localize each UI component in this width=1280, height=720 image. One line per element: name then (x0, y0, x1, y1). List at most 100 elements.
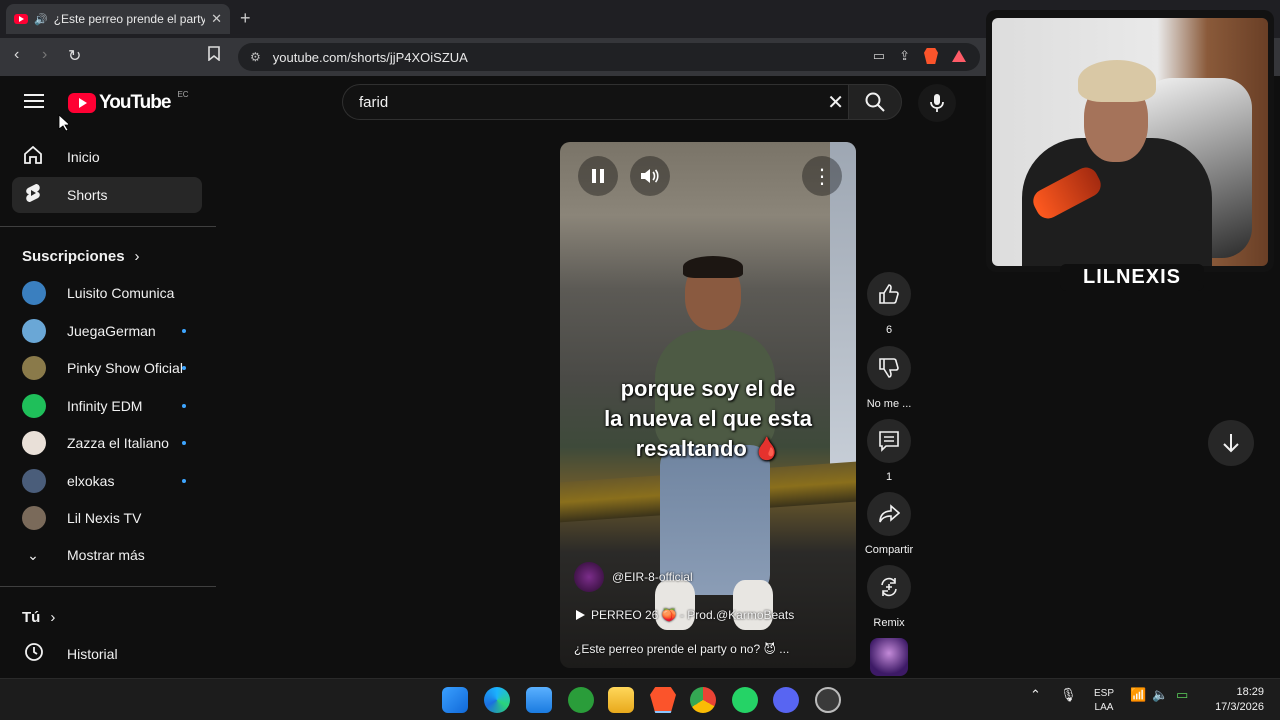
music-link[interactable]: PERREO 26 🍑 - Prod.@KarmoBeats (576, 608, 794, 622)
search-button[interactable] (848, 84, 902, 120)
subscription-item[interactable]: Infinity EDM (12, 388, 202, 424)
new-content-dot (182, 366, 186, 370)
back-icon[interactable]: ‹ (14, 46, 19, 64)
brave-shields-icon[interactable] (924, 48, 938, 64)
sound-thumbnail[interactable] (870, 638, 908, 676)
site-settings-icon[interactable]: ⚙ (250, 50, 261, 64)
forward-icon[interactable]: › (42, 46, 47, 64)
subscription-label: Infinity EDM (67, 397, 143, 414)
remix-label: Remix (873, 617, 905, 629)
subscription-item[interactable]: Lil Nexis TV (12, 500, 202, 536)
next-short-button[interactable] (1208, 420, 1254, 466)
sidebar-item-inicio[interactable]: Inicio (12, 139, 202, 175)
subscription-item[interactable]: Pinky Show Oficial (12, 350, 202, 386)
comment-icon (879, 431, 899, 452)
subscription-item[interactable]: Zazza el Italiano (12, 425, 202, 461)
windows-taskbar: ⌃ 🎙 ESP LAA 📶 🔈 ▭ 18:29 17/3/2026 (0, 678, 1280, 720)
system-clock[interactable]: 18:29 17/3/2026 (1215, 685, 1264, 715)
xbox-icon[interactable] (568, 687, 594, 713)
youtube-favicon-icon (14, 14, 28, 24)
search-box[interactable]: farid ✕ (342, 84, 858, 120)
play-music-icon (576, 610, 585, 620)
brave-rewards-icon[interactable] (952, 50, 966, 62)
arrow-down-icon (1223, 434, 1239, 453)
discord-icon[interactable] (773, 687, 799, 713)
subscription-label: Zazza el Italiano (67, 435, 169, 451)
subscriptions-heading[interactable]: Suscripciones › (22, 248, 140, 265)
pause-icon (592, 169, 604, 183)
sidebar: YouTube EC Inicio Shorts Suscripciones › … (0, 76, 216, 678)
voice-search-button[interactable] (918, 84, 956, 122)
wifi-icon[interactable]: 📶 (1130, 687, 1146, 703)
search-input[interactable]: farid (359, 94, 827, 111)
new-tab-icon[interactable]: + (240, 8, 251, 29)
channel-avatar[interactable] (574, 562, 604, 592)
home-icon (22, 145, 44, 169)
whatsapp-icon[interactable] (732, 687, 758, 713)
store-icon[interactable] (526, 687, 552, 713)
bookmark-icon[interactable] (208, 46, 220, 66)
subscription-label: Luisito Comunica (67, 285, 175, 301)
video-caption: porque soy el de la nueva el que esta re… (560, 374, 856, 464)
mouse-cursor-icon (58, 114, 68, 132)
sidebar-item-historial[interactable]: Historial (12, 636, 202, 672)
new-content-dot (182, 478, 186, 483)
caption-line: resaltando 🩸 (635, 436, 781, 461)
youtube-play-icon (68, 93, 96, 113)
share-icon (879, 504, 900, 523)
language-code: ESP (1094, 688, 1115, 699)
brave-browser-icon[interactable] (650, 687, 676, 713)
dislike-button[interactable] (867, 346, 911, 390)
battery-icon[interactable]: ▭ (1176, 687, 1188, 703)
hamburger-menu-icon[interactable] (24, 94, 44, 110)
browser-tab[interactable]: 🔊 ¿Este perreo prende el party o no? ✕ (6, 4, 230, 34)
subscription-item[interactable]: JuegaGerman (12, 313, 202, 349)
clear-search-icon[interactable]: ✕ (827, 90, 844, 115)
remix-icon (881, 577, 897, 597)
close-tab-icon[interactable]: ✕ (211, 11, 222, 27)
subscription-item[interactable]: elxokas (12, 463, 202, 499)
comment-count: 1 (885, 471, 893, 483)
more-options-icon[interactable]: ⋮ (802, 156, 842, 196)
share-button[interactable] (867, 492, 911, 536)
sidebar-item-label: Inicio (67, 149, 100, 165)
share-action: Compartir (865, 492, 913, 556)
you-heading[interactable]: Tú › (22, 609, 55, 626)
settings-icon[interactable] (815, 687, 841, 713)
volume-tray-icon[interactable]: 🔈 (1152, 687, 1168, 703)
address-bar[interactable]: ⚙ youtube.com/shorts/jjP4XOiSZUA ▭ ⇪ (238, 43, 980, 71)
edge-icon[interactable] (484, 687, 510, 713)
chrome-icon[interactable] (690, 687, 716, 713)
sidebar-item-label: Shorts (67, 187, 108, 203)
reload-icon[interactable]: ↻ (68, 46, 81, 66)
subscription-item[interactable]: Luisito Comunica (12, 275, 202, 311)
microphone-tray-icon[interactable]: 🎙 (1060, 687, 1077, 703)
short-video-player[interactable]: ⋮ porque soy el de la nueva el que esta … (560, 142, 856, 668)
channel-info[interactable]: @EIR-8-official (574, 562, 693, 592)
cast-icon[interactable]: ▭ (873, 48, 885, 64)
audio-playing-icon[interactable]: 🔊 (34, 13, 48, 26)
short-title[interactable]: ¿Este perreo prende el party o no? 😈 ... (574, 642, 789, 656)
share-page-icon[interactable]: ⇪ (899, 48, 910, 64)
share-label: Compartir (864, 544, 914, 556)
like-button[interactable] (867, 272, 911, 316)
comments-button[interactable] (867, 419, 911, 463)
show-more-button[interactable]: ⌄ Mostrar más (12, 537, 202, 573)
url-text: youtube.com/shorts/jjP4XOiSZUA (272, 49, 468, 65)
pause-button[interactable] (578, 156, 618, 196)
address-bar-actions: ▭ ⇪ (873, 48, 966, 64)
channel-handle[interactable]: @EIR-8-official (612, 570, 693, 584)
avatar (22, 393, 46, 418)
youtube-logo[interactable]: YouTube EC (68, 89, 189, 114)
input-language[interactable]: ESP LAA (1094, 687, 1114, 715)
file-explorer-icon[interactable] (608, 687, 634, 713)
subscription-label: Lil Nexis TV (67, 510, 142, 526)
remix-button[interactable] (867, 565, 911, 609)
dislike-action: No me ... (866, 346, 912, 410)
country-code: EC (177, 89, 189, 99)
sidebar-item-shorts[interactable]: Shorts (12, 177, 202, 213)
windows-start-icon[interactable] (442, 687, 468, 713)
avatar (22, 356, 46, 380)
volume-button[interactable] (630, 156, 670, 196)
chevron-up-icon[interactable]: ⌃ (1030, 687, 1041, 703)
